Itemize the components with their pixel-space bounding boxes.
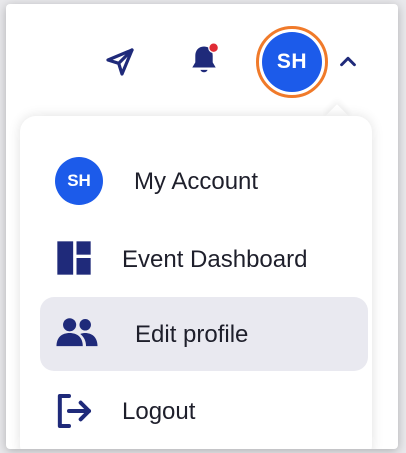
menu-item-event-dashboard[interactable]: Event Dashboard — [26, 222, 354, 296]
profile-avatar-button[interactable]: SH — [256, 26, 328, 98]
logout-icon — [54, 391, 94, 431]
menu-item-label: Event Dashboard — [122, 246, 308, 273]
menu-item-edit-profile[interactable]: Edit profile — [40, 297, 368, 371]
mini-avatar: SH — [55, 157, 103, 205]
avatar: SH — [262, 32, 322, 92]
menu-item-label: My Account — [134, 168, 259, 195]
menu-item-logout[interactable]: Logout — [26, 374, 354, 448]
menu-item-label: Logout — [122, 398, 196, 425]
notification-dot — [208, 42, 219, 54]
menu-toggle-button[interactable] — [330, 42, 366, 82]
avatar-icon: SH — [55, 157, 103, 205]
send-button[interactable] — [98, 40, 142, 84]
send-icon — [106, 48, 134, 76]
bell-icon — [192, 42, 219, 73]
dashboard-icon — [54, 238, 94, 278]
chevron-up-icon — [340, 56, 356, 67]
menu-item-label: Edit profile — [135, 321, 249, 348]
users-icon — [54, 315, 100, 351]
notifications-button[interactable] — [182, 38, 226, 82]
top-bar: SH — [6, 4, 398, 116]
menu-item-my-account[interactable]: SH My Account — [26, 144, 354, 218]
account-menu-window: SH SH My Account Event Dashboard Edit pr… — [6, 4, 398, 449]
